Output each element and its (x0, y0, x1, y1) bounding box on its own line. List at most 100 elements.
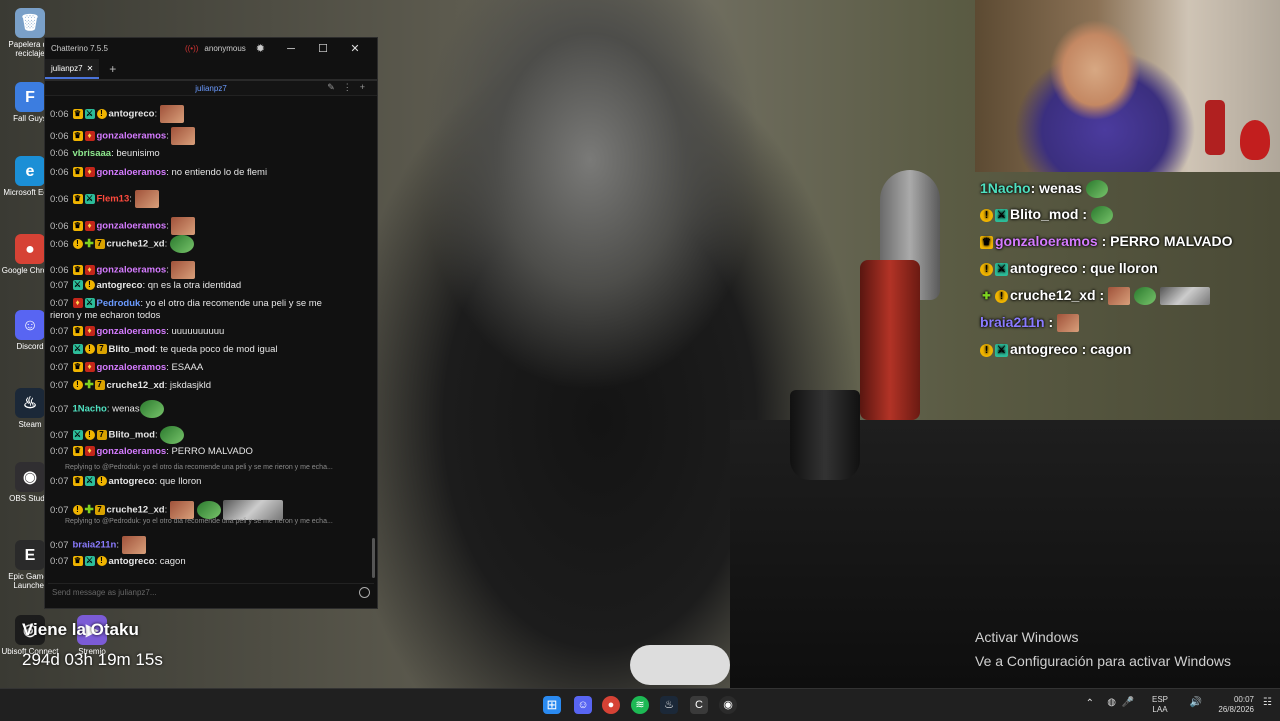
message-username[interactable]: antogreco (109, 109, 155, 120)
chat-message[interactable]: 0:06 ♛ ♦ gonzaloeramos: (50, 127, 370, 145)
chat-message[interactable]: 0:06 ♛ ♦ gonzaloeramos: no entiendo lo de f… (50, 167, 370, 178)
message-text: qn es la otra identidad (147, 280, 242, 291)
message-text: cagon (159, 556, 186, 567)
chat-message[interactable]: 0:06 ♛ ⚔! antogreco: (50, 105, 370, 123)
mod-badge-icon: ⚔ (84, 298, 95, 309)
titlebar[interactable]: Chatterino 7.5.5 ((•)) anonymous ✹ ─ ☐ ✕ (45, 38, 377, 59)
message-username[interactable]: cruche12_xd (107, 505, 165, 516)
emoji-icon[interactable] (359, 587, 370, 598)
split-header[interactable]: julianpz7 ✎⋮+ (45, 81, 377, 96)
tray-speaker-icon[interactable]: 🔊 (1190, 697, 1202, 708)
message-username[interactable]: gonzaloeramos (97, 326, 167, 337)
webcam-overlay (975, 0, 1280, 172)
chat-message[interactable]: 0:07 ⚔! 7 Blito_mod: te queda poco de mod i… (50, 344, 370, 355)
chat-message[interactable]: 0:07 1Nacho: wenas (50, 400, 370, 418)
chat-message[interactable]: 0:07 ♦ ⚔ Pedroduk: yo el otro dia recomende… (50, 298, 370, 309)
chat-message[interactable]: 0:07 ♛ ♦ gonzaloeramos: uuuuuuuuuu (50, 326, 370, 337)
chat-message[interactable]: 0:06 ♛ ♦ gonzaloeramos: (50, 261, 370, 279)
message-username[interactable]: Pedroduk (97, 298, 141, 309)
message-username[interactable]: Blito_mod (109, 344, 155, 355)
minimize-button[interactable]: ─ (275, 43, 307, 55)
chatterino-taskbar-icon[interactable]: C (690, 696, 708, 714)
menu-icon[interactable]: ⋮ (343, 82, 360, 92)
crown-badge-icon: ♛ (72, 556, 83, 567)
message-list[interactable]: 0:06 ♛ ⚔! antogreco: 0:06 ♛ ♦ gonzaloeramos: 0… (45, 98, 371, 578)
tab-julianpz7[interactable]: julianpz7 ✕ (45, 59, 100, 79)
chat-message[interactable]: 0:07 ⚔! 7 Blito_mod: (50, 426, 370, 444)
clock[interactable]: 00:07 26/8/2026 (1218, 695, 1254, 715)
message-timestamp: 0:07 (50, 344, 69, 355)
message-username[interactable]: gonzaloeramos (97, 131, 167, 142)
message-username[interactable]: Flem13 (97, 194, 130, 205)
overlay-username: antogreco (1010, 341, 1078, 357)
tab-bar: julianpz7 ✕ + (45, 59, 377, 81)
overlay-message: ✚! cruche12_xd : (980, 287, 1210, 306)
chat-message[interactable]: 0:06 ♛ ⚔ Flem13: (50, 190, 370, 208)
message-username[interactable]: gonzaloeramos (97, 167, 167, 178)
message-username[interactable]: gonzaloeramos (97, 446, 167, 457)
emote-green (139, 400, 164, 418)
subscriber-badge-icon: ! (96, 109, 107, 119)
chrome-taskbar-icon[interactable]: ● (602, 696, 620, 714)
discord-taskbar-icon[interactable]: ☺ (574, 696, 592, 714)
subscriber-badge-icon: ! (84, 280, 95, 291)
account-name[interactable]: anonymous (204, 44, 245, 53)
tray-chevron-icon[interactable]: ⌃ (1086, 698, 1094, 709)
overlay-username: Blito_mod (1010, 206, 1079, 222)
chat-message[interactable]: 0:07 ⚔! antogreco: qn es la otra identidad (50, 280, 370, 291)
chat-message[interactable]: 0:06 vbrisaaa: beunisimo (50, 148, 370, 159)
message-username[interactable]: cruche12_xd (107, 239, 165, 250)
notification-icon[interactable]: ☷ (1263, 697, 1272, 708)
message-username[interactable]: Blito_mod (109, 430, 155, 441)
message-username[interactable]: gonzaloeramos (97, 362, 167, 373)
chat-message[interactable]: 0:07 braia211n: (50, 536, 370, 554)
tray-mic-icon[interactable]: 🎤 (1122, 697, 1134, 708)
chat-message[interactable]: 0:07 ♛ ⚔! antogreco: que lloron (50, 476, 370, 487)
founder-badge-icon: 7 (96, 430, 107, 440)
message-text: PERRO MALVADO (171, 446, 253, 457)
message-timestamp: 0:06 (50, 220, 69, 232)
message-username[interactable]: gonzaloeramos (97, 221, 167, 232)
message-username[interactable]: braia211n (73, 540, 117, 551)
tray-network-icon[interactable]: ◍ (1107, 697, 1116, 708)
spotify-taskbar-icon[interactable]: ≋ (631, 696, 649, 714)
settings-icon[interactable]: ✹ (256, 42, 265, 55)
chat-message[interactable]: 0:06 ♛ ♦ gonzaloeramos: (50, 217, 370, 235)
message-username[interactable]: vbrisaaa (73, 148, 112, 159)
prime-badge-icon: ✚ (84, 379, 94, 392)
tab-close-icon[interactable]: ✕ (87, 64, 94, 73)
message-timestamp: 0:06 (50, 108, 69, 120)
activate-windows-watermark: Activar Windows Ve a Configuración para … (975, 625, 1231, 673)
chat-message[interactable]: 0:07 ♛ ⚔! antogreco: cagon (50, 556, 370, 567)
maximize-button[interactable]: ☐ (307, 42, 339, 55)
lang-indicator[interactable]: ESP LAA (1152, 695, 1168, 715)
add-split-icon[interactable]: + (360, 82, 373, 92)
message-username[interactable]: cruche12_xd (107, 380, 165, 391)
steam-taskbar-icon[interactable]: ♨ (660, 696, 678, 714)
chat-message[interactable]: 0:07 ♛ ♦ gonzaloeramos: PERRO MALVADO (50, 446, 370, 457)
app-icon: 🗑 (15, 8, 45, 38)
chatterino-window[interactable]: Chatterino 7.5.5 ((•)) anonymous ✹ ─ ☐ ✕… (44, 37, 378, 609)
message-input[interactable]: Send message as julianpz7... (48, 583, 374, 601)
chat-message[interactable]: 0:07 ♛ ♦ gonzaloeramos: ESAAA (50, 362, 370, 373)
chat-message[interactable]: 0:06! ✚ 7 cruche12_xd: (50, 235, 370, 253)
chat-message[interactable]: 0:07! ✚ 7 cruche12_xd: jskdasjkld (50, 380, 370, 391)
start-icon[interactable]: ⊞ (543, 696, 561, 714)
overlay-message: ! ⚔ antogreco : cagon (980, 341, 1131, 357)
message-username[interactable]: 1Nacho (73, 404, 107, 415)
edit-icon[interactable]: ✎ (327, 82, 343, 92)
message-username[interactable]: antogreco (109, 556, 155, 567)
obs-taskbar-icon[interactable]: ◉ (719, 696, 737, 714)
scrollbar[interactable] (372, 538, 375, 578)
message-username[interactable]: gonzaloeramos (97, 265, 167, 276)
overlay-text: : PERRO MALVADO (1097, 233, 1233, 249)
tab-label: julianpz7 (51, 63, 83, 73)
add-tab-button[interactable]: + (109, 62, 116, 76)
prime-badge-icon: ✚ (84, 238, 94, 250)
chat-message[interactable]: 0:07! ✚ 7 cruche12_xd: (50, 500, 370, 520)
close-button[interactable]: ✕ (339, 42, 371, 55)
message-username[interactable]: antogreco (97, 280, 143, 291)
message-username[interactable]: antogreco (109, 476, 155, 487)
emote-face (169, 501, 194, 519)
subscriber-badge-icon: ! (96, 556, 107, 567)
